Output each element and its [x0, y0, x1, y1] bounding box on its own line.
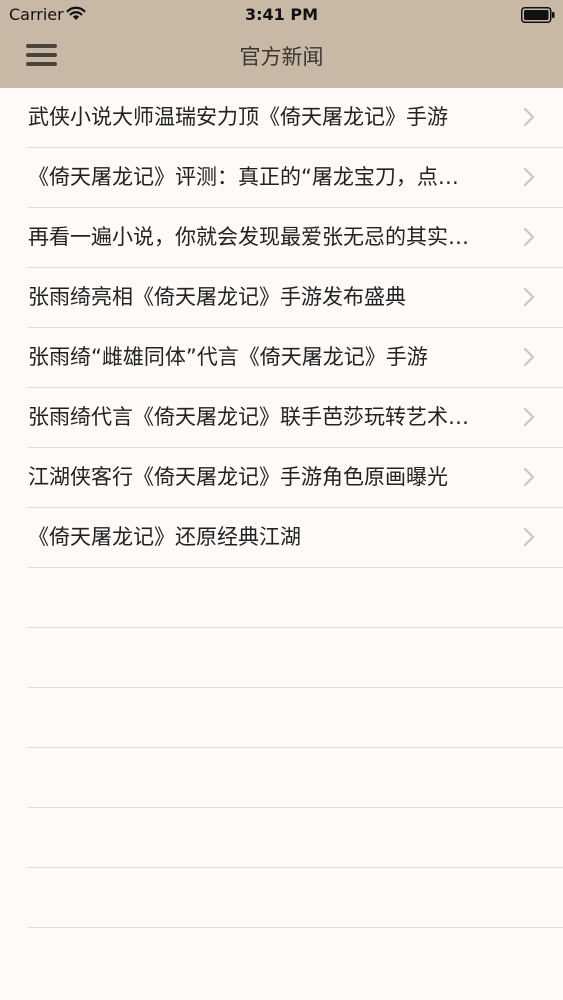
- chevron-right-icon: [523, 167, 535, 187]
- news-item-title: 武侠小说大师温瑞安力顶《倚天屠龙记》手游: [28, 105, 448, 129]
- empty-row: [28, 688, 563, 748]
- status-bar: Carrier 3:41 PM: [0, 0, 563, 30]
- chevron-right-icon: [523, 287, 535, 307]
- news-item[interactable]: 张雨绮“雌雄同体”代言《倚天屠龙记》手游: [28, 328, 563, 388]
- empty-row: [28, 568, 563, 628]
- news-item-title: 再看一遍小说，你就会发现最爱张无忌的其实…: [28, 225, 469, 249]
- top-bar: Carrier 3:41 PM 官方新闻: [0, 0, 563, 88]
- news-item[interactable]: 张雨绮亮相《倚天屠龙记》手游发布盛典: [28, 268, 563, 328]
- chevron-right-icon: [523, 467, 535, 487]
- empty-row: [28, 748, 563, 808]
- news-item[interactable]: 《倚天屠龙记》还原经典江湖: [28, 508, 563, 568]
- news-item-title: 江湖侠客行《倚天屠龙记》手游角色原画曝光: [28, 465, 448, 489]
- news-item-title: 张雨绮代言《倚天屠龙记》联手芭莎玩转艺术…: [28, 405, 469, 429]
- battery-icon: [521, 7, 555, 23]
- page-title: 官方新闻: [239, 45, 324, 69]
- chevron-right-icon: [523, 407, 535, 427]
- chevron-right-icon: [523, 227, 535, 247]
- news-item[interactable]: 张雨绮代言《倚天屠龙记》联手芭莎玩转艺术…: [28, 388, 563, 448]
- news-item-title: 《倚天屠龙记》评测：真正的“屠龙宝刀，点…: [28, 165, 459, 189]
- empty-row: [28, 808, 563, 868]
- news-item[interactable]: 武侠小说大师温瑞安力顶《倚天屠龙记》手游: [28, 88, 563, 148]
- news-item[interactable]: 江湖侠客行《倚天屠龙记》手游角色原画曝光: [28, 448, 563, 508]
- chevron-right-icon: [523, 527, 535, 547]
- news-item[interactable]: 《倚天屠龙记》评测：真正的“屠龙宝刀，点…: [28, 148, 563, 208]
- news-item-title: 《倚天屠龙记》还原经典江湖: [28, 525, 301, 549]
- news-item[interactable]: 再看一遍小说，你就会发现最爱张无忌的其实…: [28, 208, 563, 268]
- news-list: 武侠小说大师温瑞安力顶《倚天屠龙记》手游 《倚天屠龙记》评测：真正的“屠龙宝刀，…: [0, 88, 563, 928]
- chevron-right-icon: [523, 347, 535, 367]
- news-item-title: 张雨绮“雌雄同体”代言《倚天屠龙记》手游: [28, 345, 428, 369]
- navigation-bar: 官方新闻: [0, 30, 563, 88]
- news-item-title: 张雨绮亮相《倚天屠龙记》手游发布盛典: [28, 285, 406, 309]
- empty-row: [28, 868, 563, 928]
- status-time: 3:41 PM: [244, 5, 318, 24]
- empty-row: [28, 628, 563, 688]
- chevron-right-icon: [523, 107, 535, 127]
